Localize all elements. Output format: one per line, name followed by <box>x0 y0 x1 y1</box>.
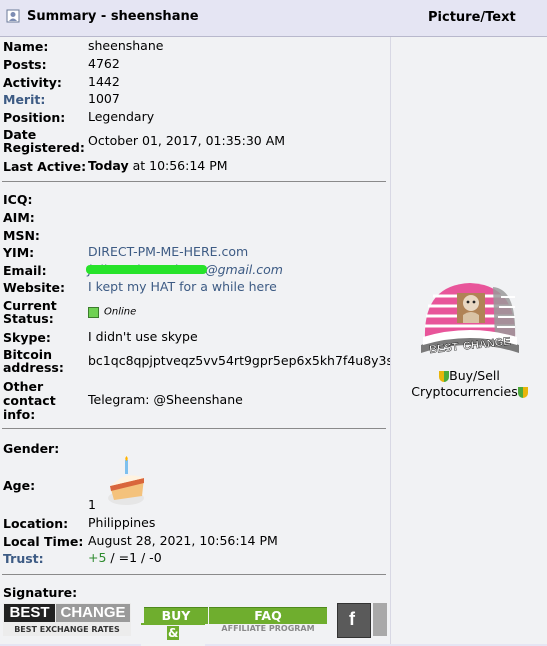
online-indicator-icon <box>88 307 99 318</box>
trust-positive: +5 <box>88 550 107 565</box>
other-contact-label-line1: Other <box>3 379 44 394</box>
position-label: Position: <box>3 110 66 125</box>
sidebar-caption-line2: Cryptocurrencies <box>391 384 547 400</box>
local-time-label: Local Time: <box>3 534 84 549</box>
signature-amp-box: & <box>141 623 205 646</box>
divider <box>2 574 386 575</box>
other-contact-value: Telegram: @Sheenshane <box>88 392 243 407</box>
shield-badge-icon <box>517 387 528 398</box>
sidebar-caption-line1: Buy/Sell <box>391 368 547 384</box>
summary-title: Summary - sheenshane <box>27 9 199 24</box>
merit-label[interactable]: Merit: <box>3 93 45 106</box>
other-contact-label-line2: contact <box>3 393 56 408</box>
signature-label: Signature: <box>3 585 78 600</box>
signature-banner[interactable]: BEST CHANGE BEST EXCHANGE RATES BUY & FA… <box>3 603 387 646</box>
email-label: Email: <box>3 263 47 278</box>
posts-label: Posts: <box>3 57 47 72</box>
activity-label: Activity: <box>3 75 62 90</box>
skype-value: I didn't use skype <box>88 329 198 344</box>
skype-label: Skype: <box>3 330 51 345</box>
hat-best-text: BEST <box>429 341 460 356</box>
trust-label[interactable]: Trust: <box>3 552 44 565</box>
date-registered-value: October 01, 2017, 01:35:30 AM <box>88 133 286 148</box>
signature-affiliate-text: AFFILIATE PROGRAM <box>221 624 315 633</box>
position-value: Legendary <box>88 109 155 124</box>
date-registered-label-line2: Registered: <box>3 140 85 155</box>
signature-faq-text: FAQ <box>254 608 282 623</box>
signature-more-icon[interactable] <box>373 603 387 636</box>
msn-label: MSN: <box>3 228 40 243</box>
last-active-value: Today at 10:56:14 PM <box>88 159 228 173</box>
website-label: Website: <box>3 280 65 295</box>
picture-text-heading: Picture/Text <box>428 10 516 25</box>
age-label: Age: <box>3 478 36 493</box>
location-label: Location: <box>3 516 69 531</box>
signature-amp-text: & <box>167 626 180 640</box>
posts-value: 4762 <box>88 56 120 71</box>
online-status: Online <box>88 305 136 320</box>
activity-value: 1442 <box>88 74 120 89</box>
name-value: sheenshane <box>88 38 164 53</box>
signature-buy-text: BUY <box>161 608 191 623</box>
divider <box>2 428 386 429</box>
birthday-cake-icon <box>108 456 144 505</box>
sidebar-caption-text-2: Cryptocurrencies <box>411 384 518 399</box>
sidebar-caption-text-1: Buy/Sell <box>449 368 500 383</box>
last-active-time: at 10:56:14 PM <box>128 158 228 173</box>
signature-faq-button[interactable]: FAQ <box>209 607 327 624</box>
age-value: 1 <box>88 497 96 512</box>
email-domain: @gmail.com <box>205 262 283 277</box>
picture-text-panel: BEST CHANGE Buy/Sell Cryptocurrencies <box>390 37 547 644</box>
profile-header: Summary - sheenshane Picture/Text <box>0 0 547 37</box>
divider <box>2 181 386 182</box>
last-active-today: Today <box>88 158 129 173</box>
icq-label: ICQ: <box>3 192 33 207</box>
current-status-label-line2: Status: <box>3 311 54 326</box>
best-change-hat-avatar: BEST CHANGE <box>421 283 519 356</box>
signature-facebook-icon[interactable]: f <box>337 603 371 638</box>
signature-change-text: CHANGE <box>56 604 130 622</box>
email-value[interactable]: julianesheenshane@gmail.com <box>86 262 283 277</box>
bitcoin-address: bc1qc8qpjptveqz5vv54rt9gpr5ep6x5kh7f4u8y… <box>88 353 394 368</box>
bitcoin-label-line2: address: <box>3 360 64 375</box>
signature-best-text: BEST <box>4 604 55 622</box>
email-redaction-mark <box>86 265 208 274</box>
yim-label: YIM: <box>3 245 35 260</box>
profile-summary-icon <box>6 9 20 23</box>
trust-rest: / =1 / -0 <box>106 550 162 565</box>
trust-value: +5 / =1 / -0 <box>88 551 162 565</box>
shield-badge-icon <box>439 371 450 382</box>
merit-value: 1007 <box>88 91 120 106</box>
signature-tagline: BEST EXCHANGE RATES <box>14 625 120 634</box>
aim-label: AIM: <box>3 210 35 225</box>
last-active-label: Last Active: <box>3 159 87 174</box>
local-time-value: August 28, 2021, 10:56:14 PM <box>88 533 278 548</box>
online-status-text: Online <box>104 306 137 318</box>
website-link[interactable]: I kept my HAT for a while here <box>88 280 277 294</box>
signature-bestchange-logo[interactable]: BEST CHANGE BEST EXCHANGE RATES <box>3 603 131 636</box>
profile-summary-panel: Name: sheenshane Posts: 4762 Activity: 1… <box>0 37 394 644</box>
signature-buy-button[interactable]: BUY <box>144 607 208 624</box>
gender-label: Gender: <box>3 441 60 456</box>
location-value: Philippines <box>88 515 156 530</box>
name-label: Name: <box>3 39 49 54</box>
other-contact-label-line3: info: <box>3 407 36 422</box>
yim-value[interactable]: DIRECT-PM-ME-HERE.com <box>88 245 248 259</box>
